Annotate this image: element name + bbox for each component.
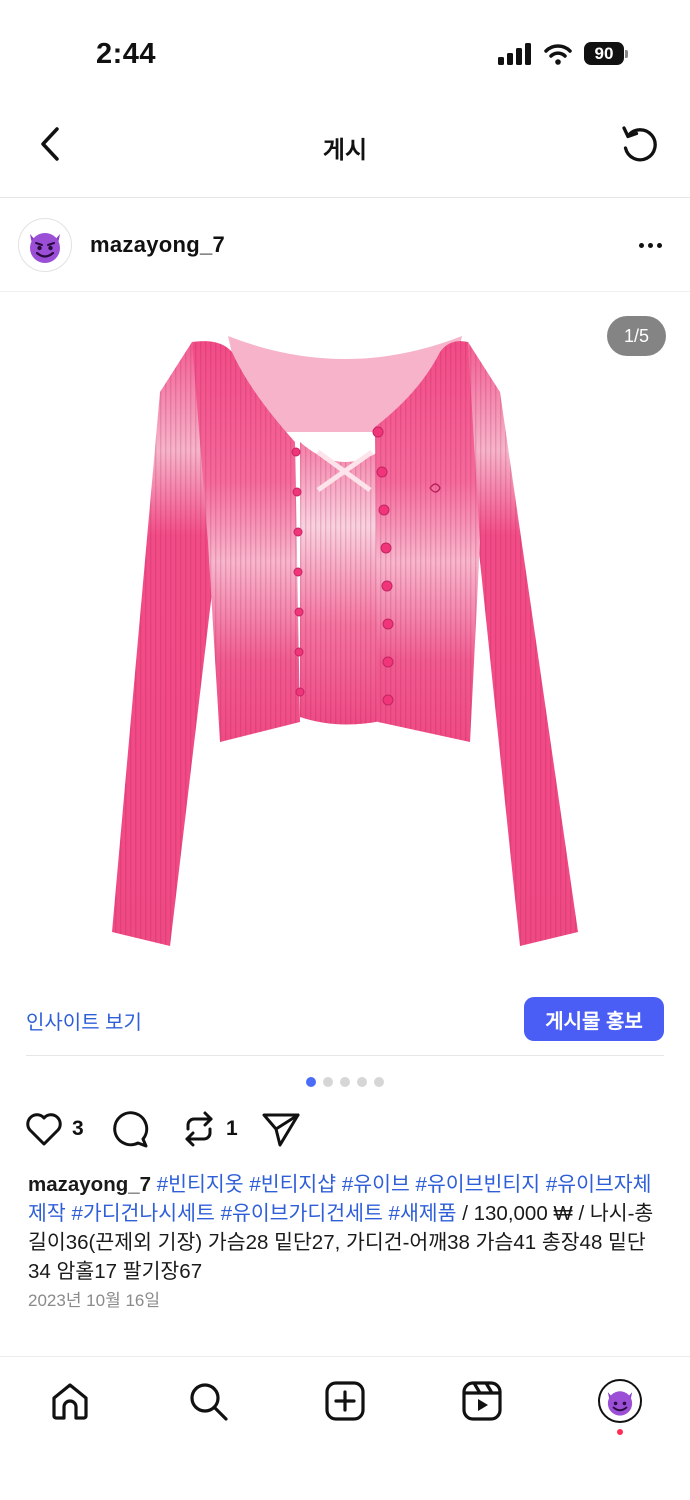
- bottom-nav: [0, 1356, 690, 1500]
- smiling-devil-icon: [30, 233, 60, 263]
- send-icon: [262, 1113, 300, 1147]
- profile-avatar: [598, 1379, 642, 1423]
- tab-reels[interactable]: [458, 1377, 506, 1425]
- tab-create[interactable]: [321, 1377, 369, 1425]
- create-icon: [325, 1381, 365, 1421]
- caption-username[interactable]: mazayong_7: [28, 1173, 151, 1196]
- battery-cap: [625, 49, 628, 58]
- page-title: 게시: [322, 137, 368, 164]
- tab-profile[interactable]: [596, 1377, 644, 1425]
- hashtag[interactable]: #유이브빈티지: [416, 1173, 541, 1196]
- promote-post-button[interactable]: 게시물 홍보: [524, 997, 664, 1041]
- carousel-dot-active: [306, 1077, 316, 1087]
- wifi-icon: [544, 43, 572, 65]
- more-dot-3: [656, 242, 662, 248]
- comment-icon: [113, 1111, 149, 1148]
- repost-button[interactable]: 1: [180, 1106, 238, 1152]
- notification-dot: [617, 1429, 623, 1435]
- share-button[interactable]: [260, 1106, 302, 1152]
- insight-row: 인사이트 보기 게시물 홍보: [0, 982, 690, 1056]
- repost-count: 1: [226, 1117, 238, 1140]
- repost-icon: [185, 1111, 213, 1147]
- nav-header: 게시: [0, 100, 690, 198]
- reels-icon: [462, 1381, 502, 1421]
- battery-level: 90: [584, 42, 624, 65]
- smiling-devil-icon: [607, 1391, 633, 1416]
- heart-icon: [26, 1113, 62, 1146]
- tab-search[interactable]: [184, 1377, 232, 1425]
- hashtag[interactable]: #빈티지샵: [249, 1173, 336, 1196]
- post-screen: 2:44 90 게시 mazayong_7 1/5 인사이트 보기 게시물 홍보…: [0, 0, 690, 1500]
- post-media[interactable]: 1/5: [0, 292, 690, 982]
- home-icon: [52, 1383, 88, 1420]
- battery-indicator: 90: [584, 42, 628, 65]
- view-insights-link[interactable]: 인사이트 보기: [26, 1006, 142, 1035]
- refresh-button[interactable]: [618, 122, 662, 166]
- carousel-dot: [374, 1077, 384, 1087]
- status-icons: 90: [498, 42, 628, 65]
- carousel-dot: [323, 1077, 333, 1087]
- more-dot-2: [647, 242, 653, 248]
- cellular-signal-icon: [498, 42, 531, 65]
- search-icon: [190, 1383, 228, 1421]
- action-bar: 3 1: [0, 1106, 690, 1156]
- more-dot-1: [638, 242, 644, 248]
- status-time: 2:44: [96, 38, 157, 70]
- comment-button[interactable]: [110, 1106, 150, 1152]
- like-count: 3: [72, 1117, 84, 1140]
- image-counter-badge: 1/5: [606, 316, 666, 356]
- divider: [26, 1055, 664, 1056]
- post-header: mazayong_7: [0, 198, 690, 292]
- like-button[interactable]: 3: [24, 1106, 84, 1152]
- carousel-dot: [340, 1077, 350, 1087]
- tab-home[interactable]: [46, 1377, 94, 1425]
- product-image: [112, 336, 578, 946]
- status-bar: 2:44 90: [0, 0, 690, 100]
- post-username[interactable]: mazayong_7: [90, 232, 225, 258]
- post-date: 2023년 10월 16일: [28, 1291, 161, 1310]
- hashtag[interactable]: #유이브: [342, 1173, 410, 1196]
- carousel-dot: [357, 1077, 367, 1087]
- hashtag[interactable]: #가디건나시세트: [71, 1202, 214, 1225]
- refresh-icon: [622, 126, 657, 162]
- hashtag[interactable]: #유이브가디건세트: [221, 1202, 383, 1225]
- carousel-indicator: [0, 1077, 690, 1087]
- hashtag[interactable]: #새제품: [389, 1202, 457, 1225]
- more-options-button[interactable]: [630, 228, 670, 262]
- avatar[interactable]: [18, 218, 72, 272]
- hashtag[interactable]: #빈티지옷: [157, 1173, 244, 1196]
- post-caption: mazayong_7 #빈티지옷 #빈티지샵 #유이브 #유이브빈티지 #유이브…: [28, 1170, 668, 1286]
